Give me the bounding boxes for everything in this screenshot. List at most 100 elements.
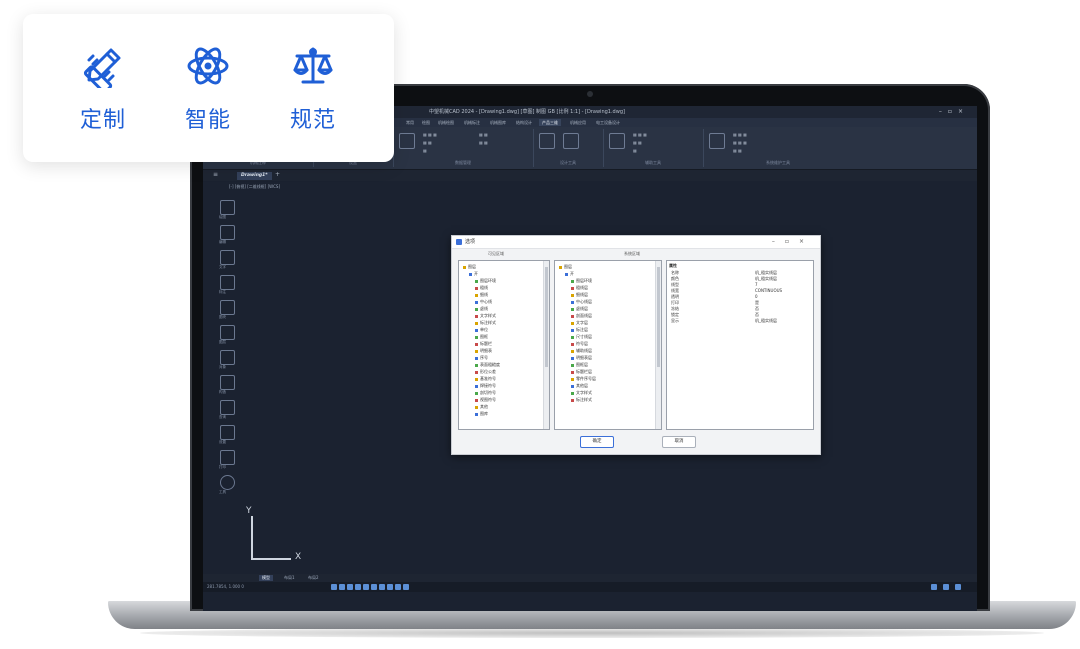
middle-tree-item[interactable]: 细线层 [571, 292, 588, 297]
left-tree-item[interactable]: 序号 [475, 355, 488, 360]
dimension-tool-icon[interactable] [220, 275, 235, 290]
window-controls[interactable]: –▫× [939, 106, 969, 118]
middle-tree-item[interactable]: 中心线层 [571, 299, 592, 304]
otrack-toggle-icon[interactable] [371, 584, 377, 590]
middle-tree-item[interactable]: 文字层 [571, 320, 588, 325]
middle-tree-item[interactable]: 尺寸线层 [571, 334, 592, 339]
middle-tree-item[interactable]: 虚线层 [571, 306, 588, 311]
layout-tab-model[interactable]: 模型 [259, 575, 273, 581]
left-tree-item[interactable]: 单位 [475, 327, 488, 332]
left-tree-item[interactable]: 虚线 [475, 306, 488, 311]
dyn-toggle-icon[interactable] [387, 584, 393, 590]
ribbon-tool-icon[interactable] [539, 133, 555, 149]
add-tab-icon[interactable]: + [275, 171, 280, 178]
property-value[interactable]: CONTINUOUS [755, 288, 782, 293]
workspace-icon[interactable] [943, 584, 949, 590]
layer-tool-icon[interactable] [220, 325, 235, 340]
ribbon-tool[interactable]: ▦ ▦ [423, 140, 432, 145]
fullscreen-icon[interactable] [955, 584, 961, 590]
middle-tree-item[interactable]: 零件序号层 [571, 376, 596, 381]
left-tree-item[interactable]: 视图符号 [475, 397, 496, 402]
ribbon-tool[interactable]: ▦ ▦ ▦ [633, 132, 647, 137]
middle-tree-item[interactable]: 剖面线层 [571, 313, 592, 318]
polar-toggle-icon[interactable] [355, 584, 361, 590]
ribbon-tool[interactable]: ▦ [633, 148, 637, 153]
left-tree-item[interactable]: 标注样式 [475, 320, 496, 325]
hexagon-tool-icon[interactable] [220, 475, 235, 490]
sc-toggle-icon[interactable] [403, 584, 409, 590]
middle-tree-item[interactable]: 图层 [559, 264, 572, 269]
ribbon-tab[interactable]: 结构设计 [513, 119, 535, 126]
left-tree-item[interactable]: 图层 [463, 264, 476, 269]
print-tool-icon[interactable] [220, 450, 235, 465]
layout-tab[interactable]: 布局2 [305, 575, 322, 581]
block-tool-icon[interactable] [220, 300, 235, 315]
grid-toggle-icon[interactable] [339, 584, 345, 590]
ribbon-tool[interactable]: ▦ ▦ ▦ [733, 140, 747, 145]
draw-tool-icon[interactable] [220, 200, 235, 215]
ribbon-tool[interactable]: ▦ ▦ [479, 132, 488, 137]
property-value[interactable]: 否 [755, 312, 759, 317]
middle-tree-item[interactable]: 标注样式 [571, 397, 592, 402]
ribbon-tool[interactable]: ▦ [423, 148, 427, 153]
snap-toggle-icon[interactable] [331, 584, 337, 590]
osnap-toggle-icon[interactable] [363, 584, 369, 590]
property-value[interactable]: 机_粗实线层 [755, 318, 777, 323]
menu-icon[interactable]: ≡ [213, 171, 218, 178]
notification-icon[interactable] [931, 584, 937, 590]
left-tree-item[interactable]: 中心线 [475, 299, 492, 304]
ribbon-tab[interactable]: 常用 [403, 119, 417, 126]
cancel-button[interactable]: 取消 [662, 436, 696, 448]
left-tree-item[interactable]: 基准符号 [475, 376, 496, 381]
edit-tool-icon[interactable] [220, 225, 235, 240]
left-tree-item[interactable]: 标题栏 [475, 341, 492, 346]
property-value[interactable]: 否 [755, 306, 759, 311]
ribbon-tab[interactable]: 绘图 [419, 119, 433, 126]
left-tree-item[interactable]: 剖切符号 [475, 390, 496, 395]
document-tab[interactable]: Drawing1* [237, 172, 272, 180]
left-tree-item[interactable]: 图框 [475, 334, 488, 339]
left-tree-item[interactable]: 形位公差 [475, 369, 496, 374]
text-tool-icon[interactable] [220, 250, 235, 265]
ribbon-tab[interactable]: 机械应用 [567, 119, 589, 126]
ribbon-tool-icon[interactable] [399, 133, 415, 149]
object-tool-icon[interactable] [220, 350, 235, 365]
ribbon-tab[interactable]: 机械标注 [461, 119, 483, 126]
left-tree-item[interactable]: 图层环境 [475, 278, 496, 283]
left-tree-item[interactable]: 细线 [475, 292, 488, 297]
property-value[interactable]: 机_粗实线层 [755, 270, 777, 275]
ortho-toggle-icon[interactable] [347, 584, 353, 590]
ribbon-tab[interactable]: 电工设备设计 [593, 119, 623, 126]
middle-tree-scrollbar[interactable] [655, 261, 661, 429]
middle-tree-item[interactable]: 图层环境 [571, 278, 592, 283]
middle-tree-item[interactable]: 图框层 [571, 362, 588, 367]
left-tree-item[interactable]: 焊接符号 [475, 383, 496, 388]
left-tree-item[interactable]: 开 [469, 271, 478, 276]
left-tree-item[interactable]: 其他 [475, 404, 488, 409]
settings-tool-icon[interactable] [220, 425, 235, 440]
ribbon-tool-icon[interactable] [609, 133, 625, 149]
ok-button[interactable]: 确定 [580, 436, 614, 448]
left-tree-item[interactable]: 文字样式 [475, 313, 496, 318]
middle-tree-item[interactable]: 标题栏层 [571, 369, 592, 374]
property-value[interactable]: 7 [755, 282, 758, 287]
property-value[interactable]: 0 [755, 294, 758, 299]
ribbon-tab[interactable]: 机械绘图 [435, 119, 457, 126]
ribbon-tool[interactable]: ▦ ▦ [479, 140, 488, 145]
dialog-window-controls[interactable]: –▫× [772, 236, 814, 248]
viewport-label[interactable]: [-] [俯视] [二维线框] [WCS] [229, 184, 280, 190]
ribbon-tool[interactable]: ▦ ▦ [633, 140, 642, 145]
ribbon-tool[interactable]: ▦ ▦ ▦ [423, 132, 437, 137]
left-tree-item[interactable]: 明细表 [475, 348, 492, 353]
property-value[interactable]: 机_粗实线层 [755, 276, 777, 281]
middle-tree-item[interactable]: 明细表层 [571, 355, 592, 360]
middle-tree-item[interactable]: 文字样式 [571, 390, 592, 395]
ribbon-tab-active[interactable]: 产品三维 [539, 119, 561, 126]
left-tree-scrollbar[interactable] [543, 261, 549, 429]
middle-tree-item[interactable]: 其他层 [571, 383, 588, 388]
left-tree-item[interactable]: 图库 [475, 411, 488, 416]
middle-tree-item[interactable]: 标注层 [571, 327, 588, 332]
middle-tree-item[interactable]: 开 [565, 271, 574, 276]
lineweight-toggle-icon[interactable] [379, 584, 385, 590]
layout-tab[interactable]: 布局1 [281, 575, 298, 581]
